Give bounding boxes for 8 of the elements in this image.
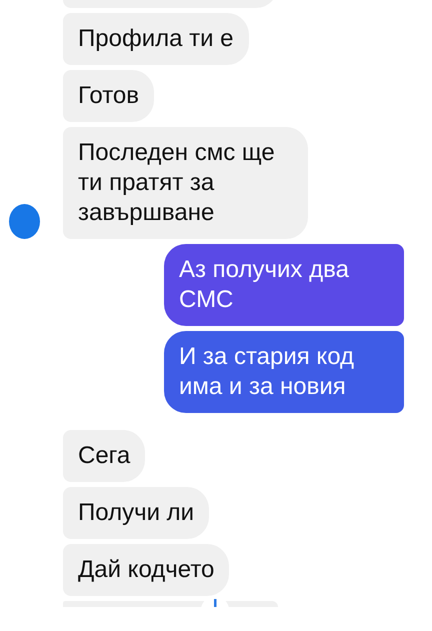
message-bubble: Готов xyxy=(63,70,154,122)
message-bubble: И за стария код има и за новия xyxy=(164,331,404,413)
message-bubble: Сега xyxy=(63,430,146,482)
message-bubble: Аз получих два СМС xyxy=(164,244,404,326)
message-bubble: Последен смс ще ти пратят за завършване xyxy=(63,127,308,239)
message-bubble: Дай кодчето xyxy=(63,544,230,596)
message-bubble: Профила ти е xyxy=(63,13,249,65)
message-bubble: Получи ли xyxy=(63,487,210,539)
